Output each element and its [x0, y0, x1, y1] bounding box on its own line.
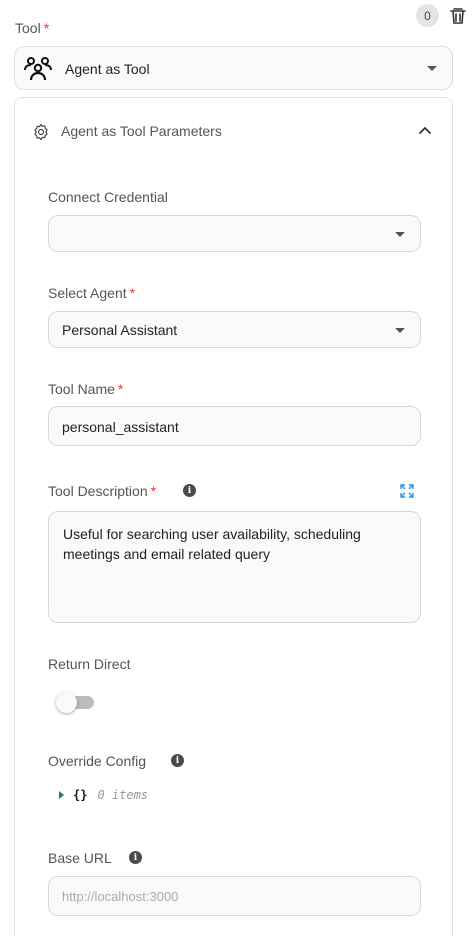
- tool-name-value: personal_assistant: [62, 419, 179, 435]
- select-agent-value: Personal Assistant: [62, 322, 178, 338]
- connect-credential-label: Connect Credential: [48, 189, 168, 205]
- tool-name-input[interactable]: personal_assistant: [48, 406, 421, 446]
- override-config-label: Override Config: [48, 753, 147, 769]
- tool-name-label: Tool Name *: [48, 381, 123, 397]
- info-icon[interactable]: i: [129, 851, 142, 864]
- expand-triangle-icon[interactable]: [59, 791, 64, 799]
- chevron-up-icon[interactable]: [416, 122, 434, 140]
- tool-description-textarea[interactable]: Useful for searching user availability, …: [48, 511, 421, 623]
- gear-icon: [34, 123, 48, 141]
- info-icon[interactable]: i: [171, 754, 184, 767]
- chevron-down-icon: [427, 66, 437, 71]
- tool-label-text: Tool: [15, 20, 41, 36]
- required-mark: *: [150, 483, 157, 499]
- tool-label: Tool *: [15, 20, 49, 36]
- required-mark: *: [43, 20, 50, 36]
- chevron-down-icon: [395, 328, 405, 333]
- required-mark: *: [117, 381, 124, 397]
- panel-title: Agent as Tool Parameters: [61, 123, 222, 139]
- select-agent-label: Select Agent *: [48, 285, 135, 301]
- toggle-knob[interactable]: [56, 692, 77, 713]
- json-item-count: 0 items: [97, 788, 149, 802]
- base-url-placeholder: http://localhost:3000: [62, 889, 179, 904]
- return-direct-label: Return Direct: [48, 656, 131, 672]
- info-icon[interactable]: i: [183, 484, 196, 497]
- tool-select[interactable]: Agent as Tool: [14, 46, 453, 90]
- base-url-label: Base URL: [48, 850, 112, 866]
- base-url-input[interactable]: http://localhost:3000: [48, 876, 421, 916]
- panel-header[interactable]: Agent as Tool Parameters: [15, 98, 452, 164]
- parameters-panel: Agent as Tool Parameters Connect Credent…: [14, 97, 453, 936]
- tool-description-label: Tool Description *: [48, 483, 156, 499]
- tool-name-label-text: Tool Name: [48, 381, 115, 397]
- trash-icon[interactable]: [448, 6, 468, 26]
- select-agent-select[interactable]: Personal Assistant: [48, 311, 421, 348]
- expand-icon[interactable]: [400, 484, 414, 498]
- json-viewer[interactable]: {} 0 items: [59, 788, 148, 802]
- count-badge: 0: [416, 4, 439, 27]
- json-brace: {}: [73, 788, 88, 802]
- tool-description-value: Useful for searching user availability, …: [63, 526, 361, 562]
- tool-description-label-text: Tool Description: [48, 483, 148, 499]
- connect-credential-select[interactable]: [48, 215, 421, 252]
- tool-select-value: Agent as Tool: [65, 61, 150, 77]
- select-agent-label-text: Select Agent: [48, 285, 127, 301]
- required-mark: *: [129, 285, 136, 301]
- agent-group-icon: [24, 57, 52, 81]
- chevron-down-icon: [395, 232, 405, 237]
